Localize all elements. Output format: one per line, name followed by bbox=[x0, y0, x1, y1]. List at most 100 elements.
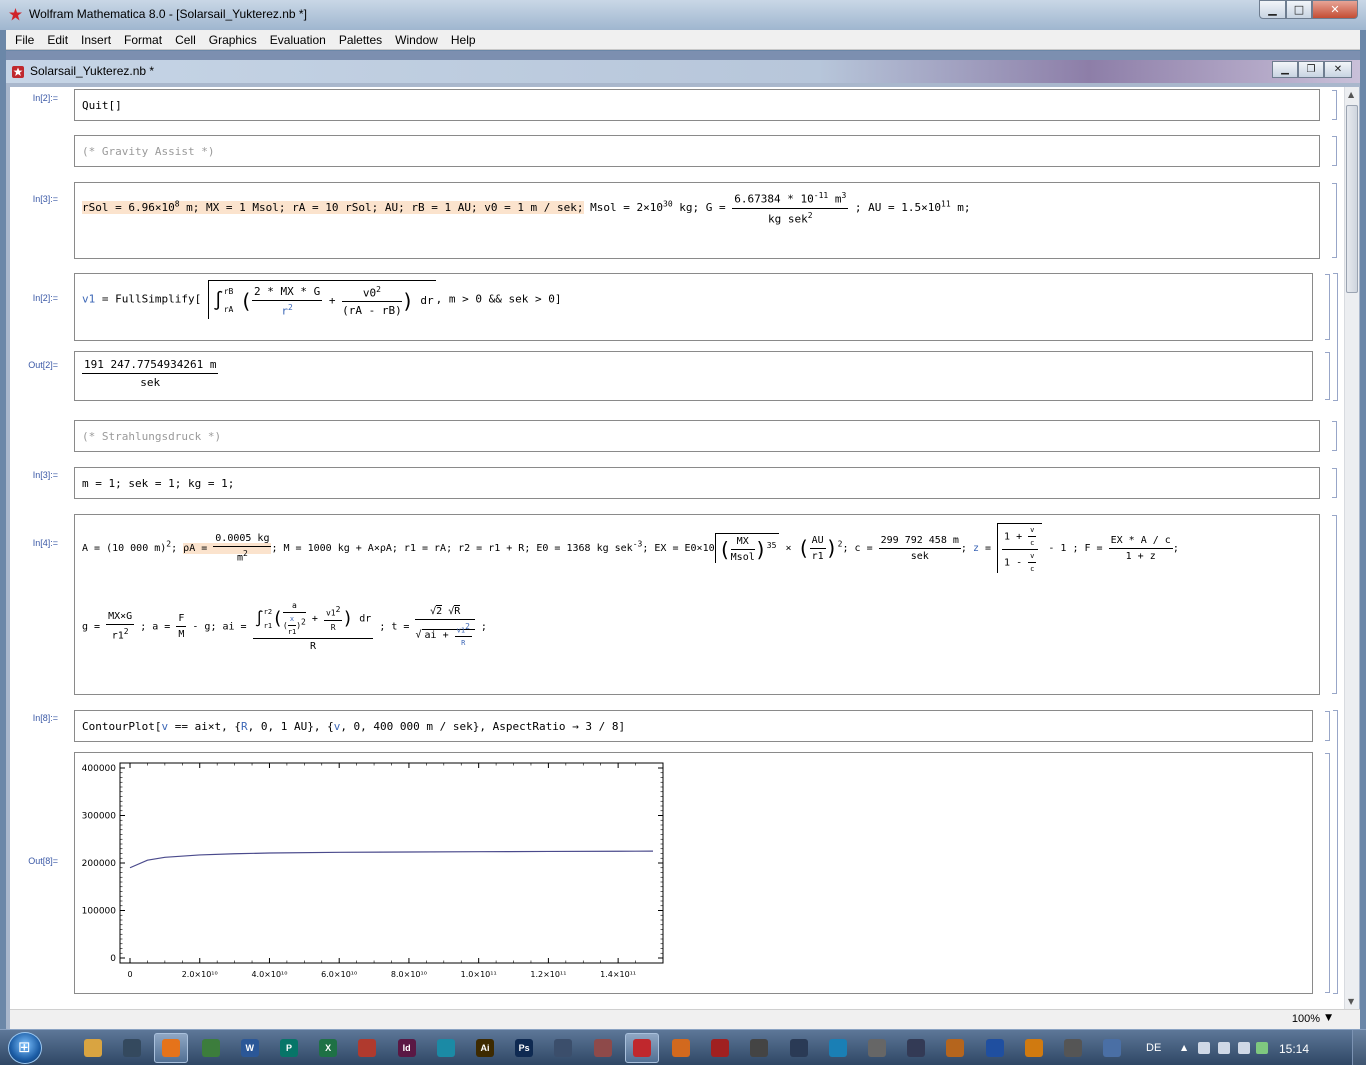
taskbar-app12[interactable] bbox=[546, 1033, 580, 1063]
tray-icon-2[interactable] bbox=[1218, 1042, 1230, 1054]
taskbar-matlab[interactable] bbox=[664, 1033, 698, 1063]
menu-palettes[interactable]: Palettes bbox=[332, 33, 388, 47]
firefox-icon bbox=[162, 1039, 181, 1057]
cell-bracket[interactable] bbox=[1332, 515, 1337, 694]
cell-label: In[4]:= bbox=[32, 538, 58, 548]
menu-help[interactable]: Help bbox=[444, 33, 482, 47]
taskbar-app24[interactable] bbox=[1017, 1033, 1051, 1063]
input-cell-constants[interactable]: rSol = 6.96×108 m; MX = 1 Msol; rA = 10 … bbox=[74, 182, 1320, 259]
taskbar-app20[interactable] bbox=[860, 1033, 894, 1063]
taskbar-app23[interactable] bbox=[978, 1033, 1012, 1063]
app17-icon bbox=[750, 1039, 769, 1057]
scroll-up-icon[interactable]: ▲ bbox=[1348, 90, 1354, 99]
taskbar-app16[interactable] bbox=[703, 1033, 737, 1063]
output-cell-plot[interactable]: 0 100000 200000 300000 400000 0 2.0×10¹⁰ 4.0×10… bbox=[74, 752, 1313, 994]
taskbar-illustrator[interactable]: Ai bbox=[468, 1033, 502, 1063]
vertical-scrollbar[interactable]: ▲ ▼ bbox=[1344, 87, 1359, 1009]
x-tick-label: 2.0×10¹⁰ bbox=[182, 970, 218, 979]
taskbar-word[interactable]: W bbox=[233, 1033, 267, 1063]
maximize-button[interactable]: □ bbox=[1286, 0, 1312, 19]
app16-icon bbox=[711, 1039, 730, 1057]
word-icon: W bbox=[240, 1039, 259, 1057]
minimize-button[interactable]: ▁ bbox=[1259, 0, 1286, 19]
taskbar-app13[interactable] bbox=[586, 1033, 620, 1063]
start-button[interactable]: ⊞ bbox=[8, 1032, 42, 1064]
network-icon[interactable] bbox=[1256, 1042, 1268, 1054]
scroll-down-icon[interactable]: ▼ bbox=[1348, 997, 1354, 1006]
zoom-level[interactable]: 100% bbox=[1292, 1013, 1320, 1025]
expr: MX = 1 Msol; rA = 10 rSol; AU; rB = 1 AU… bbox=[199, 201, 478, 215]
cell-text: m = 1; sek = 1; kg = 1; bbox=[82, 477, 235, 490]
taskbar-app3[interactable] bbox=[194, 1033, 228, 1063]
menu-cell[interactable]: Cell bbox=[168, 33, 202, 47]
tray-expand-icon[interactable]: ▲ bbox=[1181, 1043, 1187, 1052]
tray-icon-1[interactable] bbox=[1198, 1042, 1210, 1054]
group-bracket[interactable] bbox=[1333, 273, 1338, 401]
menu-evaluation[interactable]: Evaluation bbox=[263, 33, 332, 47]
cell-bracket[interactable] bbox=[1325, 352, 1330, 400]
show-desktop-button[interactable] bbox=[1352, 1030, 1366, 1065]
g-fraction: 6.67384 * 10-11 m3 kg sek2 bbox=[732, 191, 849, 225]
taskbar-app25[interactable] bbox=[1056, 1033, 1090, 1063]
input-cell-quit[interactable]: Quit[] bbox=[74, 89, 1320, 121]
limits: rB rA bbox=[224, 283, 234, 319]
taskbar-excel[interactable]: X bbox=[311, 1033, 345, 1063]
cell-bracket[interactable] bbox=[1332, 183, 1337, 258]
cell-bracket[interactable] bbox=[1332, 421, 1337, 451]
taskbar-app9[interactable] bbox=[429, 1033, 463, 1063]
output-cell-v1[interactable]: 191 247.7754934261 m sek bbox=[74, 351, 1313, 401]
taskbar-app17[interactable] bbox=[742, 1033, 776, 1063]
cell-label: In[2]:= bbox=[32, 93, 58, 103]
cell-bracket[interactable] bbox=[1332, 468, 1337, 498]
taskbar-mathematica[interactable] bbox=[624, 1033, 659, 1063]
input-cell-v1[interactable]: v1 = FullSimplify[ ∫ rB rA (2 * MX * Gr2 +… bbox=[74, 273, 1313, 341]
menu-insert[interactable]: Insert bbox=[74, 33, 117, 47]
cell-bracket[interactable] bbox=[1325, 753, 1330, 993]
close-button[interactable]: ✕ bbox=[1312, 0, 1358, 19]
input-cell-units[interactable]: m = 1; sek = 1; kg = 1; bbox=[74, 467, 1320, 499]
menu-edit[interactable]: Edit bbox=[40, 33, 74, 47]
taskbar-indesign[interactable]: Id bbox=[390, 1033, 424, 1063]
zoom-dropdown-icon[interactable]: ▼ bbox=[1325, 1013, 1332, 1023]
taskbar-app26[interactable] bbox=[1095, 1033, 1129, 1063]
expr: v bbox=[1028, 552, 1037, 563]
input-cell-contourplot[interactable]: ContourPlot[v == ai×t, {R, 0, 1 AU}, {v,… bbox=[74, 710, 1313, 742]
cell-bracket[interactable] bbox=[1325, 711, 1330, 741]
cell-bracket[interactable] bbox=[1332, 136, 1337, 166]
comment-cell-strahlung[interactable]: (* Strahlungsdruck *) bbox=[74, 420, 1320, 452]
y-tick-label: 400000 bbox=[82, 764, 117, 774]
cell-bracket[interactable] bbox=[1332, 90, 1337, 120]
notebook-minimize-button[interactable]: ▁ bbox=[1272, 61, 1298, 78]
menu-graphics[interactable]: Graphics bbox=[202, 33, 263, 47]
scroll-thumb[interactable] bbox=[1346, 105, 1358, 293]
expr: = bbox=[978, 543, 998, 554]
menu-window[interactable]: Window bbox=[388, 33, 444, 47]
taskbar-app19[interactable] bbox=[821, 1033, 855, 1063]
clock[interactable]: 15:14 bbox=[1279, 1042, 1309, 1056]
taskbar-app22[interactable] bbox=[938, 1033, 972, 1063]
taskbar-app18[interactable] bbox=[782, 1033, 816, 1063]
taskbar-photoshop[interactable]: Ps bbox=[507, 1033, 541, 1063]
group-bracket[interactable] bbox=[1333, 710, 1338, 994]
cell-label: In[3]:= bbox=[32, 194, 58, 204]
notebook-restore-button[interactable]: ❐ bbox=[1298, 61, 1324, 78]
notebook-close-button[interactable]: ✕ bbox=[1324, 61, 1352, 78]
comment-cell-gravity[interactable]: (* Gravity Assist *) bbox=[74, 135, 1320, 167]
taskbar-firefox[interactable] bbox=[154, 1033, 189, 1063]
language-indicator[interactable]: DE bbox=[1146, 1042, 1161, 1054]
notebook-content[interactable]: In[2]:= Quit[] (* Gravity Assist *) In[3… bbox=[10, 87, 1344, 1009]
taskbar-explorer[interactable] bbox=[76, 1033, 110, 1063]
contour-plot[interactable]: 0 100000 200000 300000 400000 0 2.0×10¹⁰ 4.0×10… bbox=[77, 757, 677, 989]
tray-icon-3[interactable] bbox=[1238, 1042, 1250, 1054]
taskbar-publisher[interactable]: P bbox=[272, 1033, 306, 1063]
cell-label: In[8]:= bbox=[32, 713, 58, 723]
taskbar-app7[interactable] bbox=[350, 1033, 384, 1063]
menu-file[interactable]: File bbox=[8, 33, 40, 47]
expr: ; a = bbox=[134, 621, 177, 633]
taskbar-media[interactable] bbox=[115, 1033, 149, 1063]
taskbar-app21[interactable] bbox=[899, 1033, 933, 1063]
input-cell-model[interactable]: A = (10 000 m) 2; ρA = 0.0005 kg m2; M = 1… bbox=[74, 514, 1320, 695]
cell-bracket[interactable] bbox=[1325, 274, 1330, 340]
expr: × bbox=[785, 543, 792, 554]
menu-format[interactable]: Format bbox=[117, 33, 168, 47]
